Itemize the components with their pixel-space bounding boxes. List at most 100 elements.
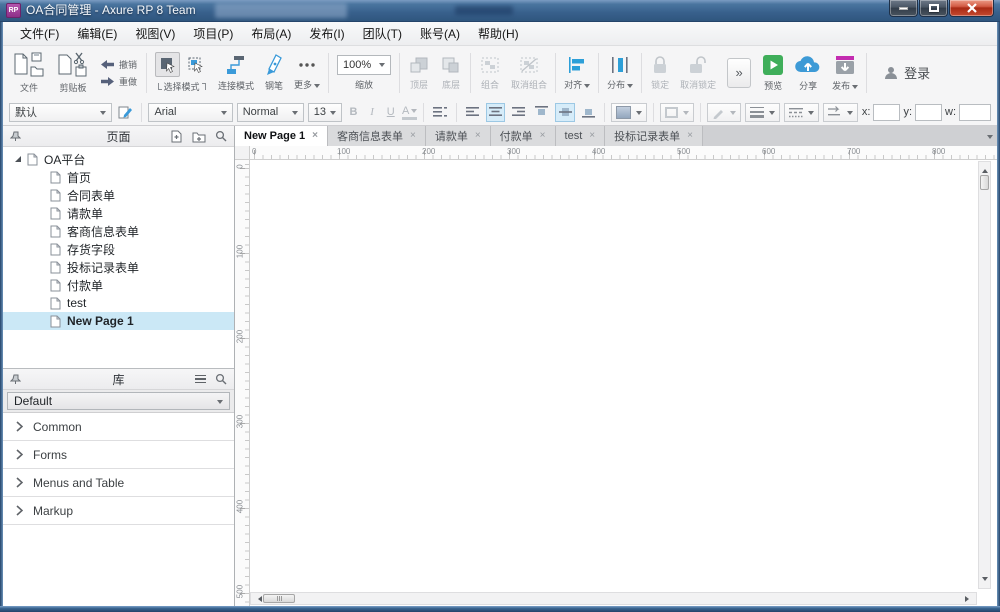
align-left-button[interactable]	[463, 103, 482, 122]
tab-close-icon[interactable]	[410, 131, 416, 141]
scroll-down-icon[interactable]	[982, 577, 988, 584]
y-input[interactable]	[915, 103, 943, 121]
undo-button[interactable]: 撤销	[101, 58, 137, 71]
page-tab[interactable]: 客商信息表单	[327, 126, 426, 146]
menu-item[interactable]: 团队(T)	[354, 22, 411, 45]
style-preset-select[interactable]: 默认	[9, 102, 113, 122]
tree-item[interactable]: 合同表单	[3, 186, 234, 204]
tree-item[interactable]: New Page 1	[3, 312, 234, 330]
horizontal-scrollbar[interactable]	[250, 592, 977, 605]
library-section[interactable]: Common	[3, 413, 234, 441]
vertical-scrollbar[interactable]	[978, 161, 991, 589]
add-folder-button[interactable]	[192, 130, 206, 143]
underline-button[interactable]: U	[383, 103, 398, 122]
tree-item[interactable]: 请款单	[3, 204, 234, 222]
group-button[interactable]: 组合	[474, 55, 506, 91]
menu-item[interactable]: 编辑(E)	[68, 22, 126, 45]
page-tab[interactable]: New Page 1	[235, 126, 328, 146]
tree-item[interactable]: 首页	[3, 168, 234, 186]
send-to-back-button[interactable]: 底层	[435, 55, 467, 91]
lock-button[interactable]: 锁定	[645, 55, 675, 91]
bring-to-front-button[interactable]: 顶层	[403, 55, 435, 91]
zoom-select[interactable]: 100%	[337, 54, 392, 75]
tree-item[interactable]: 投标记录表单	[3, 258, 234, 276]
horizontal-scroll-thumb[interactable]	[263, 594, 295, 603]
expand-icon[interactable]	[15, 156, 21, 162]
maximize-button[interactable]	[919, 0, 948, 17]
title-bar[interactable]: RP OA合同管理 - Axure RP 8 Team	[0, 0, 1000, 22]
library-section[interactable]: Markup	[3, 497, 234, 525]
close-button[interactable]	[949, 0, 994, 17]
edit-style-button[interactable]	[116, 103, 135, 122]
clipboard-tools-button[interactable]: 剪贴板	[51, 52, 95, 94]
search-icon[interactable]	[215, 373, 227, 385]
x-input[interactable]	[873, 103, 901, 121]
tree-item[interactable]: 付款单	[3, 276, 234, 294]
valign-middle-button[interactable]	[555, 102, 575, 122]
font-select[interactable]: Arial	[148, 102, 233, 122]
ungroup-button[interactable]: 取消组合	[506, 55, 552, 91]
distribute-button[interactable]: 分布	[602, 55, 638, 91]
preview-button[interactable]: 预览	[757, 54, 789, 92]
page-tab[interactable]: test	[555, 126, 606, 146]
menu-item[interactable]: 视图(V)	[126, 22, 184, 45]
font-size-select[interactable]: 13	[307, 102, 343, 122]
w-input[interactable]	[959, 103, 992, 121]
pen-tool-button[interactable]: 钢笔	[259, 53, 289, 92]
library-select[interactable]: Default	[7, 392, 230, 410]
share-button[interactable]: 分享	[789, 54, 827, 92]
valign-bottom-button[interactable]	[579, 103, 598, 122]
italic-button[interactable]: I	[365, 103, 380, 122]
scroll-left-icon[interactable]	[255, 596, 262, 602]
tab-close-icon[interactable]	[540, 131, 546, 141]
fill-color-select[interactable]	[610, 102, 647, 122]
tab-close-icon[interactable]	[589, 131, 595, 141]
line-width-select[interactable]	[744, 102, 780, 122]
scroll-right-icon[interactable]	[965, 596, 972, 602]
line-style-select[interactable]	[783, 102, 819, 122]
unlock-button[interactable]: 取消锁定	[675, 55, 721, 91]
menu-item[interactable]: 帮助(H)	[469, 22, 528, 45]
align-center-button[interactable]	[485, 102, 506, 122]
minimize-button[interactable]	[889, 0, 918, 17]
more-tools-button[interactable]: 更多	[289, 55, 325, 91]
tab-close-icon[interactable]	[475, 131, 481, 141]
library-section[interactable]: Menus and Table	[3, 469, 234, 497]
menu-item[interactable]: 布局(A)	[242, 22, 300, 45]
page-tab[interactable]: 付款单	[490, 126, 556, 146]
align-right-button[interactable]	[509, 103, 528, 122]
valign-top-button[interactable]	[532, 103, 551, 122]
page-tab[interactable]: 投标记录表单	[605, 126, 703, 146]
redo-button[interactable]: 重做	[101, 75, 137, 88]
tree-item[interactable]: 存货字段	[3, 240, 234, 258]
line-color-select[interactable]	[706, 102, 741, 122]
align-button[interactable]: 对齐	[559, 55, 595, 91]
menu-item[interactable]: 项目(P)	[184, 22, 242, 45]
vertical-scroll-thumb[interactable]	[980, 175, 989, 190]
expand-toolbar-button[interactable]: »	[727, 57, 752, 88]
file-tools-button[interactable]: 文件	[7, 52, 51, 94]
tab-close-icon[interactable]	[312, 131, 318, 141]
menu-item[interactable]: 账号(A)	[411, 22, 469, 45]
page-tab[interactable]: 请款单	[425, 126, 491, 146]
library-section[interactable]: Forms	[3, 441, 234, 469]
pin-icon[interactable]	[10, 374, 21, 385]
tab-close-icon[interactable]	[687, 131, 693, 141]
login-button[interactable]: 登录	[870, 63, 944, 82]
add-page-button[interactable]	[170, 130, 183, 143]
arrow-style-select[interactable]	[822, 102, 858, 122]
line-spacing-button[interactable]	[430, 103, 449, 122]
menu-item[interactable]: 文件(F)	[11, 22, 68, 45]
connect-mode-button[interactable]: 连接模式	[213, 54, 259, 92]
tree-item[interactable]: test	[3, 294, 234, 312]
scroll-up-icon[interactable]	[982, 166, 988, 173]
font-color-button[interactable]: A	[402, 104, 418, 120]
search-icon[interactable]	[215, 130, 227, 142]
tree-root-item[interactable]: OA平台	[3, 150, 234, 168]
font-weight-select[interactable]: Normal	[236, 102, 304, 122]
menu-item[interactable]: 发布(I)	[300, 22, 353, 45]
design-canvas[interactable]	[250, 160, 997, 606]
library-menu-icon[interactable]	[195, 374, 206, 384]
select-contain-button[interactable]	[183, 52, 208, 77]
bold-button[interactable]: B	[346, 103, 361, 122]
